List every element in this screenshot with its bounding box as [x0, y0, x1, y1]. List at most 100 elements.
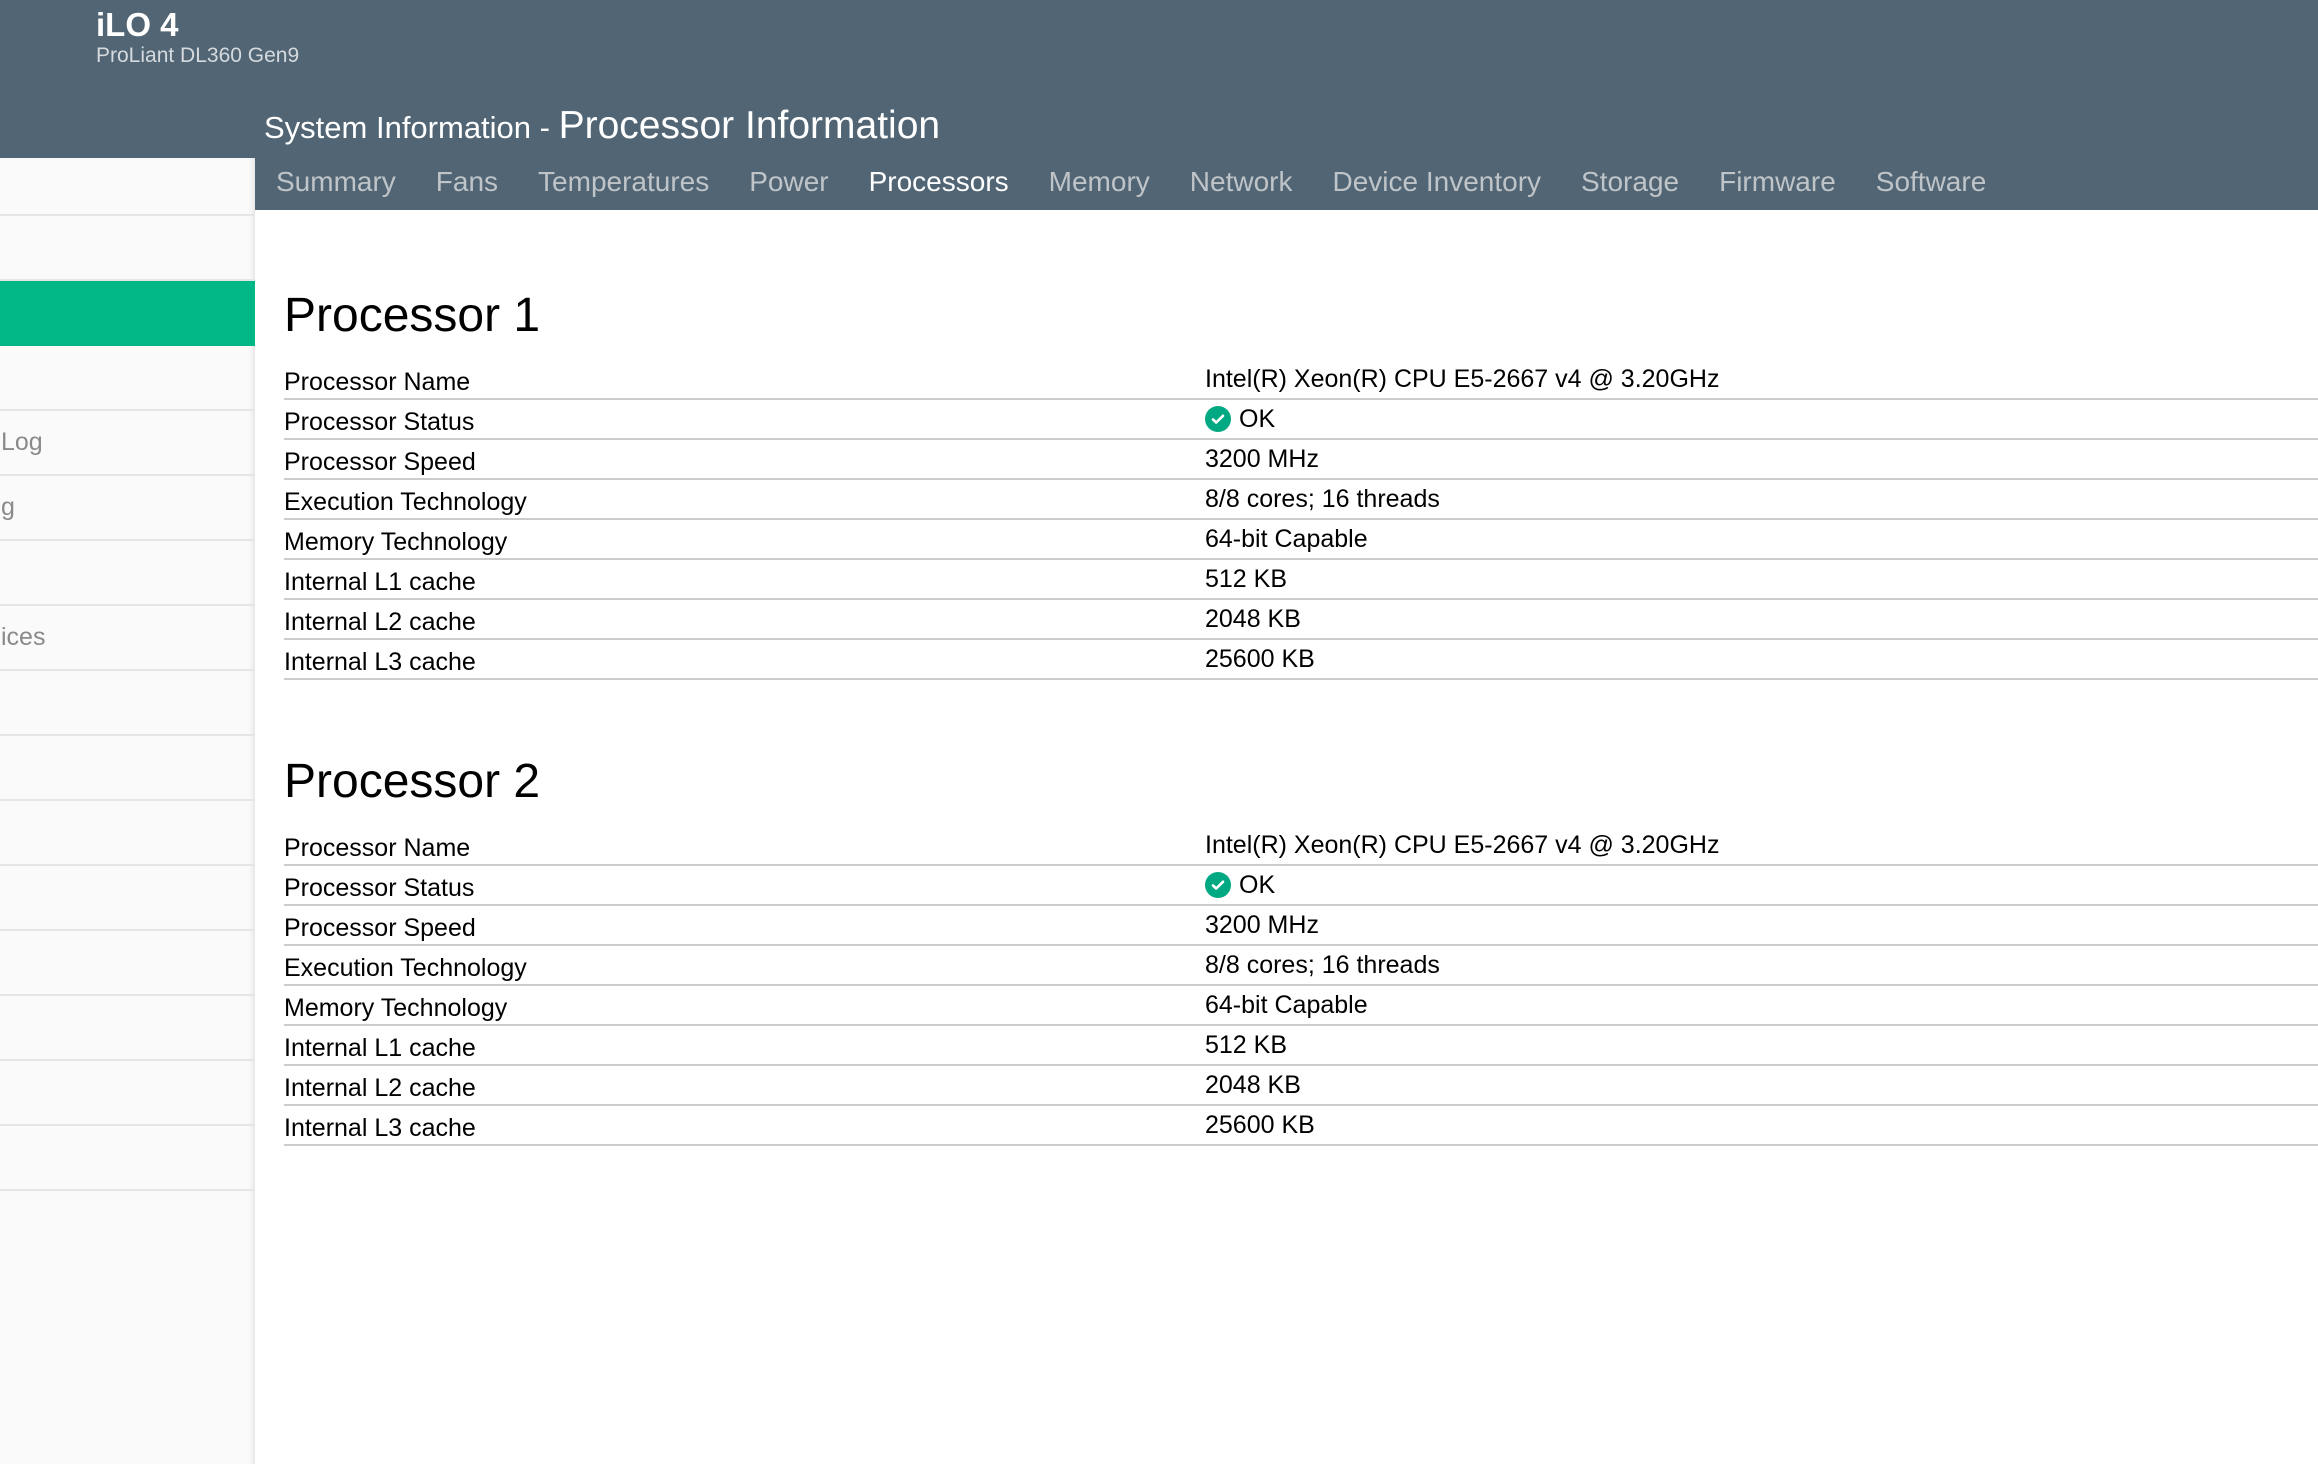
- sidebar-item[interactable]: [0, 801, 255, 866]
- row-value: 2048 KB: [1205, 600, 1301, 634]
- row-value: Intel(R) Xeon(R) CPU E5-2667 v4 @ 3.20GH…: [1205, 826, 1719, 860]
- value-text: OK: [1239, 404, 1276, 433]
- sidebar-item[interactable]: [0, 216, 255, 281]
- table-row: Memory Technology 64-bit Capable: [284, 520, 2318, 560]
- server-model: ProLiant DL360 Gen9: [96, 44, 300, 67]
- value-text: OK: [1239, 870, 1276, 899]
- tab-storage[interactable]: Storage: [1581, 166, 1679, 198]
- tab-temperatures[interactable]: Temperatures: [538, 166, 709, 198]
- table-row: Internal L1 cache 512 KB: [284, 560, 2318, 600]
- row-label: Internal L2 cache: [284, 1074, 476, 1102]
- value-text: 64-bit Capable: [1205, 524, 1368, 553]
- row-value: 512 KB: [1205, 560, 1287, 594]
- sidebar-item[interactable]: [0, 1126, 255, 1191]
- processor-table: Processor Name Intel(R) Xeon(R) CPU E5-26…: [284, 826, 2318, 1146]
- value-text: 25600 KB: [1205, 1110, 1315, 1139]
- sidebar: Log g ices: [0, 158, 255, 1464]
- table-row: Processor Speed 3200 MHz: [284, 906, 2318, 946]
- row-label: Processor Status: [284, 408, 475, 436]
- value-text: 512 KB: [1205, 564, 1288, 593]
- table-row: Processor Name Intel(R) Xeon(R) CPU E5-26…: [284, 360, 2318, 400]
- row-value: OK: [1205, 866, 1275, 900]
- tab-fans[interactable]: Fans: [436, 166, 498, 198]
- sidebar-item[interactable]: [0, 281, 255, 346]
- sidebar-item[interactable]: [0, 158, 255, 216]
- table-row: Internal L2 cache 2048 KB: [284, 600, 2318, 640]
- row-value: 8/8 cores; 16 threads: [1205, 480, 1440, 514]
- processor-table: Processor Name Intel(R) Xeon(R) CPU E5-26…: [284, 360, 2318, 680]
- tab-firmware[interactable]: Firmware: [1719, 166, 1836, 198]
- value-text: Intel(R) Xeon(R) CPU E5-2667 v4 @ 3.20GH…: [1205, 364, 1720, 393]
- tab-device-inventory[interactable]: Device Inventory: [1332, 166, 1541, 198]
- tab-processors[interactable]: Processors: [869, 166, 1009, 198]
- row-label: Processor Speed: [284, 448, 476, 476]
- table-row: Memory Technology 64-bit Capable: [284, 986, 2318, 1026]
- tab-software[interactable]: Software: [1876, 166, 1987, 198]
- row-value: 3200 MHz: [1205, 440, 1319, 474]
- row-label: Internal L1 cache: [284, 568, 476, 596]
- brand-title: iLO 4: [96, 6, 179, 43]
- row-label: Internal L2 cache: [284, 608, 476, 636]
- row-value: 25600 KB: [1205, 1106, 1315, 1140]
- sidebar-item[interactable]: [0, 996, 255, 1061]
- table-row: Execution Technology 8/8 cores; 16 thread…: [284, 946, 2318, 986]
- table-row: Internal L3 cache 25600 KB: [284, 1106, 2318, 1146]
- table-row: Internal L1 cache 512 KB: [284, 1026, 2318, 1066]
- page-title-text: Processor Information: [558, 104, 941, 147]
- row-value: 3200 MHz: [1205, 906, 1319, 940]
- main-content: Processor 1 Processor Name Intel(R) Xeon(R…: [255, 210, 2318, 1146]
- sidebar-item[interactable]: [0, 736, 255, 801]
- sidebar-item[interactable]: Log: [0, 411, 255, 476]
- row-label: Processor Status: [284, 874, 475, 902]
- top-bar: iLO 4 ProLiant DL360 Gen9 System Informa…: [0, 0, 2318, 210]
- row-label: Memory Technology: [284, 528, 508, 556]
- check-circle-icon: [1205, 406, 1231, 432]
- value-text: 25600 KB: [1205, 644, 1315, 673]
- value-text: 8/8 cores; 16 threads: [1205, 484, 1440, 513]
- tab-memory[interactable]: Memory: [1049, 166, 1150, 198]
- sidebar-item[interactable]: [0, 541, 255, 606]
- table-row: Processor Status OK: [284, 400, 2318, 440]
- row-value: 8/8 cores; 16 threads: [1205, 946, 1440, 980]
- processor-heading: Processor 2: [284, 755, 541, 808]
- row-value: 512 KB: [1205, 1026, 1287, 1060]
- row-value: 25600 KB: [1205, 640, 1315, 674]
- value-text: 2048 KB: [1205, 1070, 1301, 1099]
- row-value: 2048 KB: [1205, 1066, 1301, 1100]
- value-text: 2048 KB: [1205, 604, 1301, 633]
- value-text: 3200 MHz: [1205, 444, 1319, 473]
- tab-power[interactable]: Power: [749, 166, 828, 198]
- value-text: 512 KB: [1205, 1030, 1288, 1059]
- row-value: 64-bit Capable: [1205, 520, 1368, 554]
- row-label: Execution Technology: [284, 488, 527, 516]
- tab-summary[interactable]: Summary: [276, 166, 396, 198]
- sidebar-item[interactable]: [0, 346, 255, 411]
- row-label: Processor Name: [284, 834, 471, 862]
- sidebar-item[interactable]: ices: [0, 606, 255, 671]
- tab-network[interactable]: Network: [1190, 166, 1293, 198]
- value-text: 64-bit Capable: [1205, 990, 1368, 1019]
- table-row: Processor Name Intel(R) Xeon(R) CPU E5-26…: [284, 826, 2318, 866]
- table-row: Execution Technology 8/8 cores; 16 thread…: [284, 480, 2318, 520]
- page-title: System Information - Processor Informati…: [264, 104, 940, 148]
- table-row: Internal L2 cache 2048 KB: [284, 1066, 2318, 1106]
- row-value: Intel(R) Xeon(R) CPU E5-2667 v4 @ 3.20GH…: [1205, 360, 1719, 394]
- row-label: Execution Technology: [284, 954, 527, 982]
- processor-heading: Processor 1: [284, 289, 541, 342]
- row-label: Internal L3 cache: [284, 648, 476, 676]
- value-text: Intel(R) Xeon(R) CPU E5-2667 v4 @ 3.20GH…: [1205, 830, 1720, 859]
- check-circle-icon: [1205, 872, 1231, 898]
- table-row: Processor Status OK: [284, 866, 2318, 906]
- row-value: 64-bit Capable: [1205, 986, 1368, 1020]
- section-title: System Information -: [264, 110, 559, 145]
- row-label: Internal L1 cache: [284, 1034, 476, 1062]
- row-label: Memory Technology: [284, 994, 508, 1022]
- table-row: Internal L3 cache 25600 KB: [284, 640, 2318, 680]
- sidebar-item[interactable]: [0, 866, 255, 931]
- tab-bar: Summary Fans Temperatures Power Processors Me…: [276, 166, 1986, 198]
- sidebar-item[interactable]: [0, 1061, 255, 1126]
- sidebar-item[interactable]: g: [0, 476, 255, 541]
- sidebar-item[interactable]: [0, 671, 255, 736]
- value-text: 3200 MHz: [1205, 910, 1319, 939]
- sidebar-item[interactable]: [0, 931, 255, 996]
